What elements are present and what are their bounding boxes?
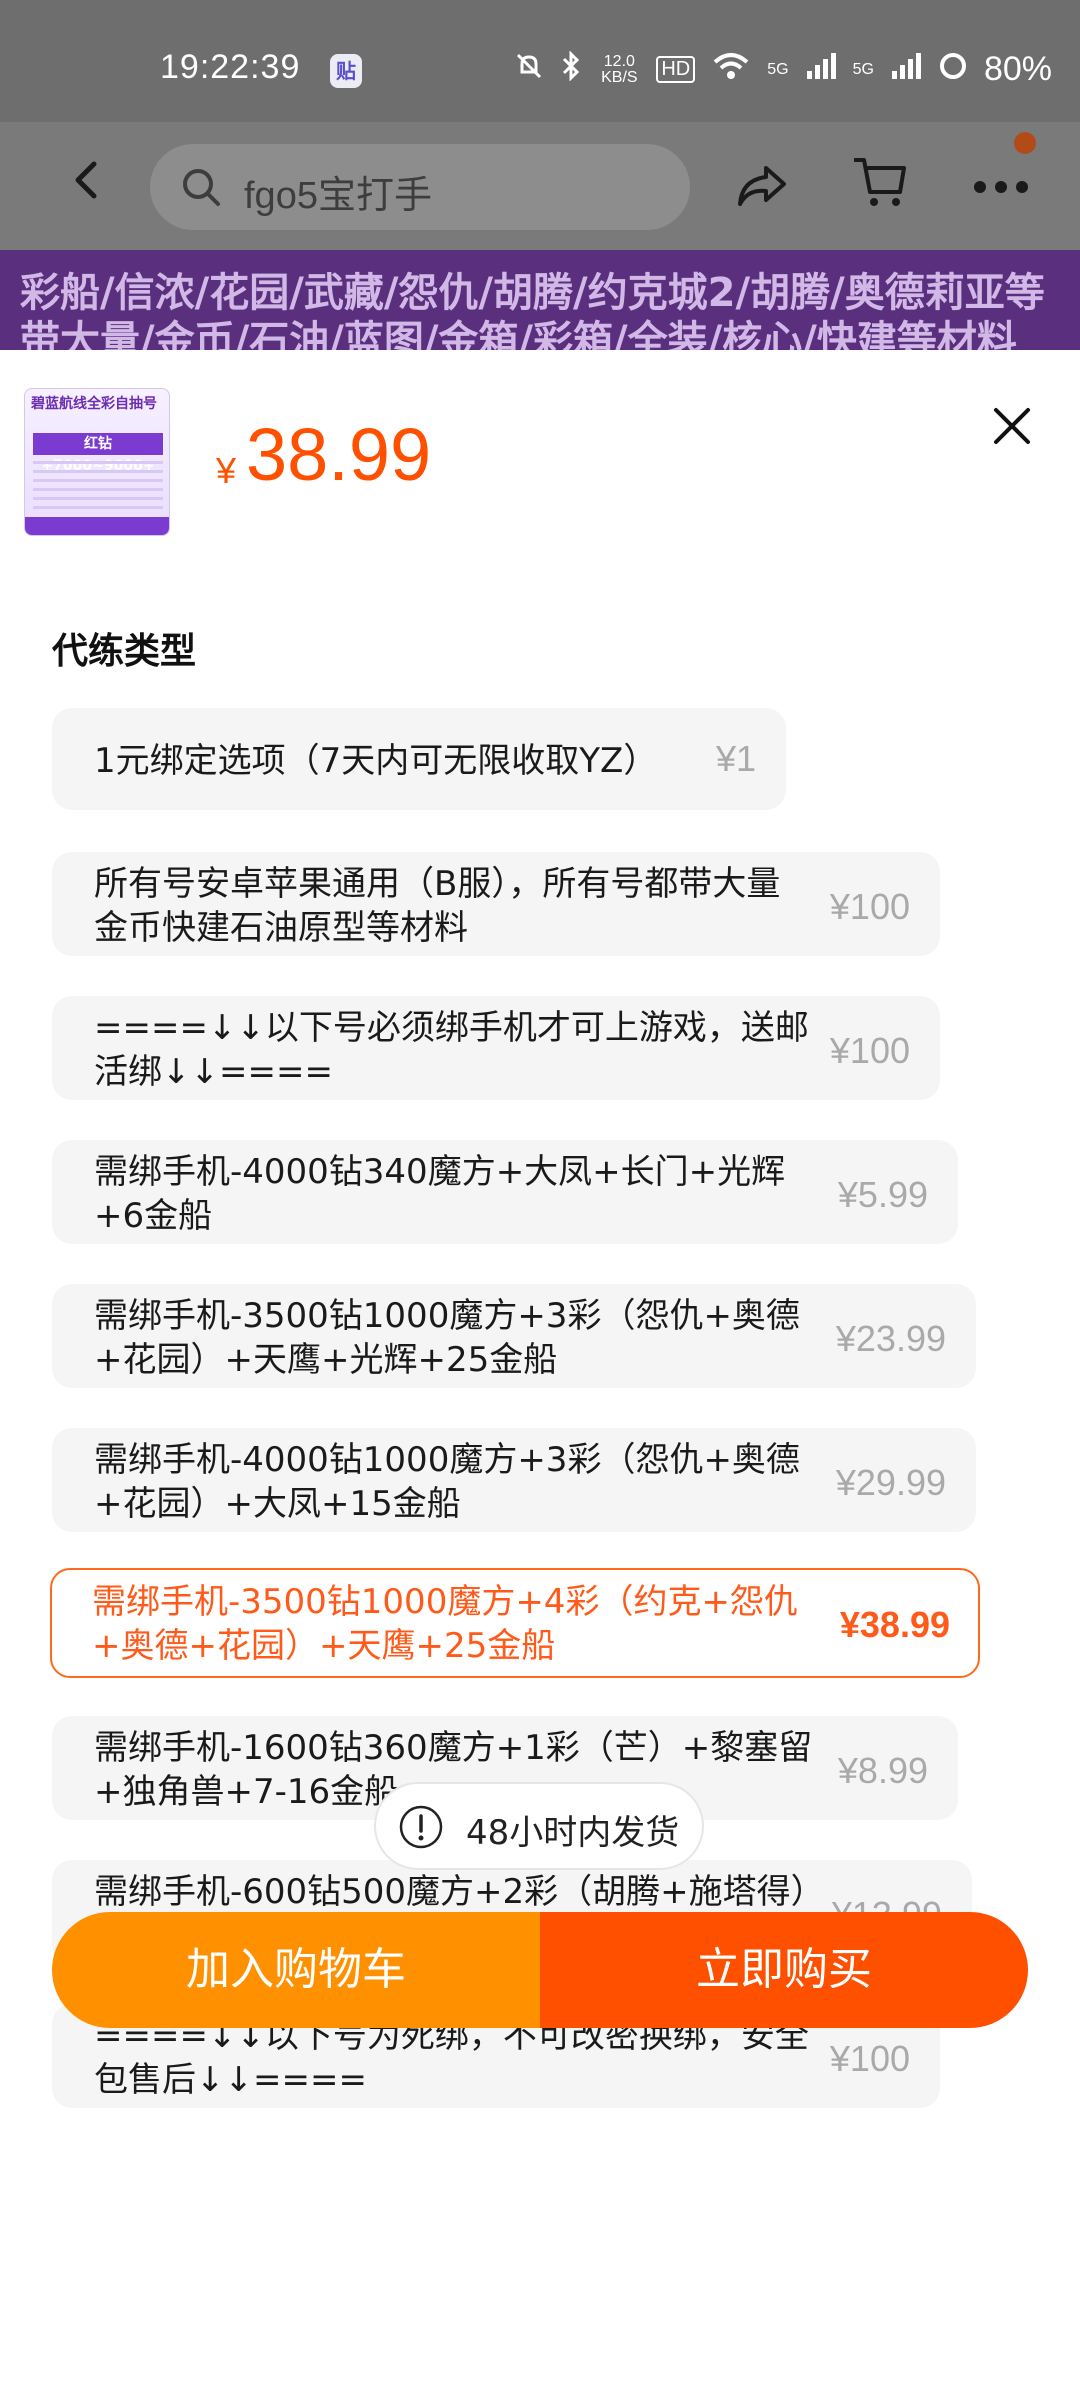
more-button[interactable]	[970, 162, 1032, 212]
notification-dot	[1014, 132, 1036, 154]
battery-icon	[938, 51, 968, 88]
signal-icon	[890, 51, 922, 88]
option-price: ¥1	[715, 738, 756, 779]
battery-level: 80%	[983, 50, 1052, 88]
option-price: ¥100	[829, 1030, 910, 1071]
cart-button[interactable]	[850, 152, 910, 212]
option-item[interactable]: ====↓↓以下号必须绑手机才可上游戏，送邮活绑↓↓==== ¥100	[52, 996, 940, 1100]
back-button[interactable]	[56, 150, 116, 210]
bluetooth-icon	[560, 50, 582, 88]
back-icon	[75, 161, 97, 199]
shipping-info-chip[interactable]: 48小时内发货	[374, 1782, 704, 1870]
option-price: ¥8.99	[837, 1750, 928, 1791]
option-price: ¥100	[829, 886, 910, 927]
top-nav-bar: fgo5宝打手	[0, 122, 1080, 250]
status-time: 19:22:39	[160, 48, 301, 86]
option-item[interactable]: 需绑手机-4000钻1000魔方+3彩（怨仇+奥德+花园）+大凤+15金船 ¥2…	[52, 1428, 976, 1532]
option-label: 需绑手机-4000钻1000魔方+3彩（怨仇+奥德+花园）+大凤+15金船	[94, 1440, 800, 1524]
option-item-selected[interactable]: 需绑手机-3500钻1000魔方+4彩（约克+怨仇+奥德+花园）+天鹰+25金船…	[50, 1568, 980, 1678]
wifi-icon	[711, 51, 751, 88]
net-speed: 12.0 KB/S	[601, 52, 638, 86]
share-button[interactable]	[734, 158, 790, 214]
status-icons: 12.0 KB/S HD 5G 5G 80%	[514, 50, 1052, 89]
signal-icon	[805, 51, 837, 88]
close-button[interactable]	[990, 404, 1034, 448]
option-label: 1元绑定选项（7天内可无限收取YZ）	[94, 741, 658, 781]
shipping-text: 48小时内发货	[466, 1813, 680, 1853]
option-label: 需绑手机-4000钻340魔方+大凤+长门+光辉+6金船	[94, 1152, 786, 1236]
option-item[interactable]: 需绑手机-4000钻340魔方+大凤+长门+光辉+6金船 ¥5.99	[52, 1140, 958, 1244]
banner-line-2: 带大量/金币/石油/蓝图/金箱/彩箱/全装/核心/快建等材料	[20, 318, 1017, 350]
status-bar: 19:22:39 贴 12.0 KB/S HD 5G 5G 80%	[0, 0, 1080, 122]
option-label: 所有号安卓苹果通用（B服），所有号都带大量金币快建石油原型等材料	[94, 864, 781, 948]
option-label: 需绑手机-3500钻1000魔方+3彩（怨仇+奥德+花园）+天鹰+光辉+25金船	[94, 1296, 800, 1380]
app-badge-icon: 贴	[330, 54, 362, 88]
thumbnail-badge: 红钻+7000~9000+	[33, 433, 163, 474]
option-item[interactable]: 需绑手机-3500钻1000魔方+3彩（怨仇+奥德+花园）+天鹰+光辉+25金船…	[52, 1284, 976, 1388]
price-currency: ¥	[216, 450, 237, 491]
info-icon	[399, 1805, 443, 1849]
option-label: 需绑手机-3500钻1000魔方+4彩（约克+怨仇+奥德+花园）+天鹰+25金船	[92, 1582, 798, 1666]
add-to-cart-button[interactable]: 加入购物车	[52, 1912, 540, 2028]
section-title: 代练类型	[52, 631, 197, 672]
search-input[interactable]: fgo5宝打手	[150, 144, 690, 230]
product-banner: 彩船/信浓/花园/武藏/怨仇/胡腾/约克城2/胡腾/奥德莉亚等 带大量/金币/石…	[0, 250, 1080, 350]
more-icon	[974, 181, 1028, 193]
thumbnail-text-lines	[33, 461, 163, 513]
sku-sheet: 碧蓝航线全彩自抽号 红钻+7000~9000+ ¥ 38.99 代练类型 1元绑…	[0, 350, 1080, 2400]
option-price: ¥23.99	[835, 1318, 946, 1359]
search-query: fgo5宝打手	[244, 175, 432, 217]
price-value: 38.99	[246, 413, 432, 496]
option-label: ====↓↓以下号必须绑手机才可上游戏，送邮活绑↓↓====	[94, 1008, 809, 1092]
share-icon	[738, 166, 786, 206]
product-thumbnail[interactable]: 碧蓝航线全彩自抽号 红钻+7000~9000+	[24, 388, 170, 536]
option-price: ¥5.99	[837, 1174, 928, 1215]
signal-2-label: 5G	[852, 60, 874, 78]
option-price: ¥38.99	[839, 1604, 950, 1645]
option-item[interactable]: 1元绑定选项（7天内可无限收取YZ） ¥1	[52, 708, 786, 810]
option-item[interactable]: 所有号安卓苹果通用（B服），所有号都带大量金币快建石油原型等材料 ¥100	[52, 852, 940, 956]
close-icon	[994, 408, 1030, 444]
signal-1-label: 5G	[767, 60, 789, 78]
option-price: ¥100	[829, 2038, 910, 2079]
option-price: ¥29.99	[835, 1462, 946, 1503]
mute-icon	[514, 51, 544, 88]
thumbnail-title: 碧蓝航线全彩自抽号	[31, 396, 157, 412]
cart-icon	[854, 158, 906, 206]
search-icon	[183, 169, 220, 206]
hd-label: HD	[656, 56, 696, 83]
thumbnail-footer	[25, 517, 169, 535]
buy-now-button[interactable]: 立即购买	[540, 1912, 1028, 2028]
